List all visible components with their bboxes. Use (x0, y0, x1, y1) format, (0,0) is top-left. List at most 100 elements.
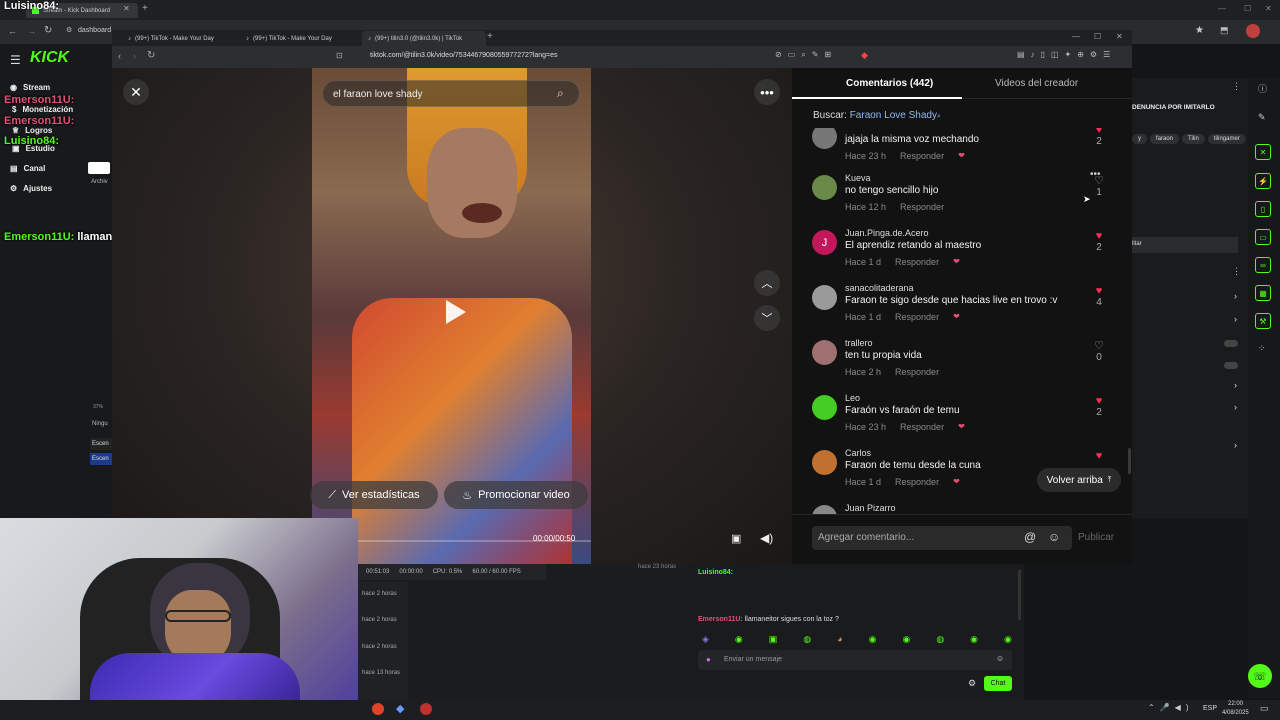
video-search-box[interactable]: el faraon love shady ⌕ (322, 80, 580, 107)
emote-icon[interactable]: ◈ (702, 634, 709, 648)
close-window-icon[interactable]: ✕ (1265, 4, 1272, 13)
extension-icons[interactable]: ▤♪▯◫✦⊕⚙☰ (1017, 50, 1116, 59)
notification-icon[interactable]: ▭ (1260, 703, 1269, 714)
back-icon[interactable]: ‹ (118, 51, 121, 61)
nav-logros[interactable]: ♕ Logros (12, 126, 52, 135)
emoji-icon[interactable]: ☺ (1048, 530, 1060, 544)
heart-icon[interactable]: ♥ (1092, 395, 1106, 407)
doc-icon[interactable]: ▯ (1255, 201, 1271, 217)
kick-url-text[interactable]: dashboard (78, 27, 111, 34)
link-icon[interactable]: ∞ (1255, 257, 1271, 273)
toggle-switch[interactable] (1224, 340, 1238, 347)
close-video-icon[interactable]: ✕ (123, 79, 149, 105)
tag-pill[interactable]: Tilin (1182, 134, 1205, 144)
emote-icon[interactable]: ◉ (869, 634, 877, 648)
comment-input[interactable]: Agregar comentario... (818, 532, 914, 543)
reply-button[interactable]: Responder (900, 151, 944, 161)
tiktok-url[interactable]: tiktok.com/@tilin3.0k/video/753446790805… (370, 52, 558, 59)
reply-button[interactable]: Responder (895, 257, 939, 267)
edit-icon[interactable]: ✎ (1258, 112, 1266, 123)
close-tab-icon[interactable]: ✕ (123, 4, 130, 13)
tray-icons[interactable]: ⌃🎤◀) (1148, 703, 1193, 712)
back-to-top-button[interactable]: Volver arriba ⤒ (1037, 468, 1121, 492)
emote-icon[interactable]: ◍ (936, 634, 944, 648)
emote-icon[interactable]: ◉ (735, 634, 743, 648)
bolt-icon[interactable]: ⚡ (1255, 173, 1271, 189)
tag-pill[interactable]: tilingamer (1207, 134, 1246, 144)
chat-icon[interactable]: ▭ (1255, 229, 1271, 245)
maximize-icon[interactable]: ☐ (1244, 4, 1251, 13)
tool-icon-1[interactable]: ✕ (1255, 144, 1271, 160)
comment-author[interactable]: Juan Pizarro (845, 503, 896, 513)
reload-icon[interactable]: ↻ (147, 50, 155, 61)
emote-icon[interactable]: ◍ (803, 634, 811, 648)
reply-button[interactable]: Responder (900, 422, 944, 432)
chat-emoji-icon[interactable]: ☺ (996, 654, 1004, 663)
view-stats-button[interactable]: ⟋ Ver estadísticas (310, 481, 438, 509)
next-video-icon[interactable]: ﹀ (754, 305, 780, 331)
new-tab-icon[interactable]: + (142, 3, 148, 14)
forward-icon[interactable]: › (133, 51, 136, 61)
heart-icon[interactable]: ♥ (1092, 450, 1106, 462)
info-icon[interactable]: ⓘ (1258, 82, 1267, 95)
partial-scene-1[interactable]: Escen (90, 438, 112, 450)
chevron-right-icon[interactable]: › (1234, 291, 1237, 301)
nav-stream[interactable]: ◉ Stream (10, 83, 50, 92)
bookmark-star-icon[interactable]: ★ (1195, 25, 1204, 36)
comment-avatar[interactable] (812, 395, 837, 420)
emote-icon[interactable]: ◉ (1004, 634, 1012, 648)
chat-scrollbar[interactable] (1018, 570, 1021, 620)
chat-input[interactable]: Enviar un mensaje (724, 656, 782, 663)
more-vertical-icon-2[interactable]: ⋮ (1232, 266, 1241, 277)
maximize-icon[interactable]: ☐ (1094, 32, 1101, 41)
previous-video-icon[interactable]: ︿ (754, 270, 780, 296)
like-control[interactable]: ♥ 2 (1092, 128, 1106, 147)
comment-avatar[interactable] (812, 128, 837, 149)
toolbar-icons[interactable]: ⊘▭⌕✎⊞ (775, 50, 837, 60)
more-options-icon[interactable]: ••• (754, 79, 780, 105)
apps-icon[interactable]: ⁘ (1258, 343, 1266, 354)
obs-app-icon[interactable] (420, 703, 432, 715)
kick-logo[interactable]: KICK (30, 49, 69, 67)
tab-tiktok-1[interactable]: ♪ (99+) TikTok - Make Your Day (122, 31, 237, 46)
menu-icon[interactable]: ☰ (10, 53, 21, 67)
tab-creator-videos[interactable]: Videos del creador (995, 78, 1078, 89)
minimize-icon[interactable]: — (1072, 32, 1080, 41)
comment-avatar[interactable] (812, 340, 837, 365)
chevron-right-icon[interactable]: › (1234, 314, 1237, 324)
reload-icon[interactable]: ↻ (44, 25, 52, 36)
reply-button[interactable]: Responder (895, 312, 939, 322)
heart-icon[interactable]: ♥ (1092, 128, 1106, 136)
back-icon[interactable]: ← (8, 26, 17, 36)
tab-tiktok-2[interactable]: ♪ (99+) TikTok - Make Your Day (240, 31, 355, 46)
nav-canal[interactable]: ▤ Canal (10, 164, 45, 173)
steam-app-icon[interactable]: ◆ (396, 702, 404, 715)
like-control[interactable]: ♥ 2 (1092, 395, 1106, 418)
comment-author[interactable]: trallero (845, 338, 873, 348)
grid-icon[interactable]: ▦ (1255, 285, 1271, 301)
comment-author[interactable]: Leo (845, 393, 860, 403)
tab-tiktok-active[interactable]: ♪ (99+) tilin3.0 (@tilin3.0k) | TikTok (362, 31, 486, 46)
new-tab-icon[interactable]: + (487, 31, 493, 42)
comment-avatar[interactable] (812, 505, 837, 514)
like-control[interactable]: ♥ (1092, 450, 1106, 462)
promote-video-button[interactable]: ♨ Promocionar video (444, 481, 588, 509)
comment-avatar[interactable] (812, 175, 837, 200)
comment-avatar[interactable] (812, 450, 837, 475)
tag-pill[interactable]: y (1132, 134, 1147, 144)
more-vertical-icon[interactable]: ⋮ (1232, 81, 1241, 92)
like-control[interactable]: ♥ 4 (1092, 285, 1106, 308)
page-info-icon[interactable]: ⊡ (336, 51, 343, 60)
toggle-switch[interactable] (1224, 362, 1238, 369)
volume-icon[interactable]: ◀) (760, 531, 773, 545)
partial-scene-2[interactable]: Escen (90, 453, 112, 465)
emote-icon[interactable]: ◉ (902, 634, 910, 648)
chevron-right-icon[interactable]: › (1234, 440, 1237, 450)
chevron-right-icon[interactable]: › (1234, 402, 1237, 412)
chevron-right-icon[interactable]: › (1234, 380, 1237, 390)
forward-icon[interactable]: → (27, 26, 36, 36)
heart-icon[interactable]: ♥ (1092, 230, 1106, 242)
tag-pill[interactable]: faraon (1150, 134, 1180, 144)
tray-lang[interactable]: ESP (1203, 705, 1217, 712)
support-chat-icon[interactable]: ☏ (1248, 664, 1272, 688)
